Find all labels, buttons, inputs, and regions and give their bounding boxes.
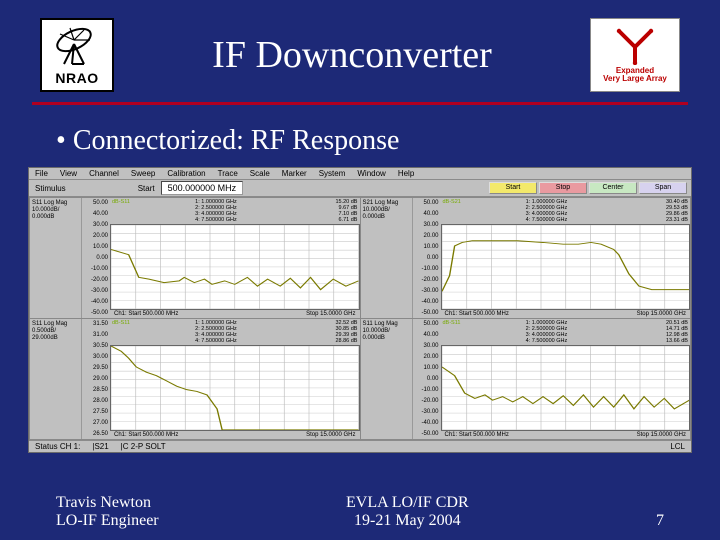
menu-marker[interactable]: Marker bbox=[282, 169, 307, 178]
plot-area bbox=[441, 224, 691, 310]
menu-view[interactable]: View bbox=[60, 169, 77, 178]
title-divider bbox=[32, 102, 688, 105]
stop-button[interactable]: Stop bbox=[539, 182, 587, 194]
footer-author: Travis Newton LO-IF Engineer bbox=[56, 494, 159, 530]
menu-window[interactable]: Window bbox=[357, 169, 385, 178]
marker-readout: dB-S211: 1.000000 GHz2: 2.500000 GHz3: 4… bbox=[441, 198, 691, 224]
center-button[interactable]: Center bbox=[589, 182, 637, 194]
status-center: |C 2-P SOLT bbox=[121, 442, 166, 451]
y-ticks: 31.5031.0030.5030.0029.5029.0028.5028.00… bbox=[82, 319, 110, 439]
evla-logo: ExpandedVery Large Array bbox=[590, 18, 680, 92]
y-ticks: 50.0040.0030.0020.0010.000.00-10.00-20.0… bbox=[82, 198, 110, 318]
start-label: Start bbox=[136, 184, 157, 193]
marker-readout: dB-S111: 1.000000 GHz2: 2.500000 GHz3: 4… bbox=[441, 319, 691, 345]
plot-footer: Ch1: Start 500.000 MHzStop 15.0000 GHz bbox=[110, 431, 360, 439]
marker-readout: dB-S111: 1.000000 GHz2: 2.500000 GHz3: 4… bbox=[110, 319, 360, 345]
menu-file[interactable]: File bbox=[35, 169, 48, 178]
trace-info: S11 Log Mag10.000dB/0.000dB bbox=[361, 319, 413, 439]
menu-help[interactable]: Help bbox=[398, 169, 414, 178]
span-button[interactable]: Span bbox=[639, 182, 687, 194]
footer-page: 7 bbox=[656, 512, 664, 530]
evla-label: ExpandedVery Large Array bbox=[603, 67, 667, 84]
menu-scale[interactable]: Scale bbox=[250, 169, 270, 178]
marker-readout: dB-S111: 1.000000 GHz2: 2.500000 GHz3: 4… bbox=[110, 198, 360, 224]
slide-header: NRAO IF Downconverter ExpandedVery Large… bbox=[0, 0, 720, 102]
plot-footer: Ch1: Start 500.000 MHzStop 15.0000 GHz bbox=[110, 310, 360, 318]
status-bar: Status CH 1: |S21 |C 2-P SOLT LCL bbox=[29, 440, 691, 452]
menu-channel[interactable]: Channel bbox=[89, 169, 119, 178]
trace-info: S21 Log Mag10.000dB/0.000dB bbox=[361, 198, 413, 318]
panel-4: S11 Log Mag10.000dB/0.000dB50.0040.0030.… bbox=[361, 319, 691, 439]
plot-area bbox=[110, 224, 360, 310]
trace-info: S11 Log Mag10.000dB/0.000dB bbox=[30, 198, 82, 318]
stimulus-label: Stimulus bbox=[33, 184, 68, 193]
footer-event: EVLA LO/IF CDR 19-21 May 2004 bbox=[346, 494, 469, 530]
chart-panels: S11 Log Mag10.000dB/0.000dB50.0040.0030.… bbox=[29, 197, 691, 440]
start-value-field[interactable]: 500.000000 MHz bbox=[161, 181, 244, 195]
slide-footer: Travis Newton LO-IF Engineer EVLA LO/IF … bbox=[0, 494, 720, 530]
status-left: Status CH 1: bbox=[35, 442, 80, 451]
plot-area bbox=[110, 345, 360, 431]
panel-3: S11 Log Mag0.500dB/29.000dB31.5031.0030.… bbox=[30, 319, 360, 439]
menubar[interactable]: File View Channel Sweep Calibration Trace Scal… bbox=[29, 168, 691, 180]
nrao-label: NRAO bbox=[55, 70, 98, 86]
menu-sweep[interactable]: Sweep bbox=[131, 169, 155, 178]
y-ticks: 50.0040.0030.0020.0010.000.00-10.00-20.0… bbox=[413, 198, 441, 318]
trace-info: S11 Log Mag0.500dB/29.000dB bbox=[30, 319, 82, 439]
panel-1: S11 Log Mag10.000dB/0.000dB50.0040.0030.… bbox=[30, 198, 360, 318]
evla-y-icon bbox=[613, 27, 657, 65]
toolbar: Stimulus Start 500.000000 MHz StartStopC… bbox=[29, 180, 691, 197]
y-ticks: 50.0040.0030.0020.0010.000.00-10.00-20.0… bbox=[413, 319, 441, 439]
plot-footer: Ch1: Start 500.000 MHzStop 15.0000 GHz bbox=[441, 431, 691, 439]
page-title: IF Downconverter bbox=[138, 33, 566, 77]
nrao-logo: NRAO bbox=[40, 18, 114, 92]
menu-trace[interactable]: Trace bbox=[218, 169, 238, 178]
plot-area bbox=[441, 345, 691, 431]
bullet-text: Connectorized: RF Response bbox=[56, 125, 720, 157]
plot-footer: Ch1: Start 500.000 MHzStop 15.0000 GHz bbox=[441, 310, 691, 318]
panel-2: S21 Log Mag10.000dB/0.000dB50.0040.0030.… bbox=[361, 198, 691, 318]
start-button[interactable]: Start bbox=[489, 182, 537, 194]
status-right: LCL bbox=[670, 442, 685, 451]
menu-calibration[interactable]: Calibration bbox=[167, 169, 205, 178]
radio-telescope-icon bbox=[50, 24, 104, 68]
menu-system[interactable]: System bbox=[319, 169, 346, 178]
status-mid: |S21 bbox=[92, 442, 108, 451]
network-analyzer-window: File View Channel Sweep Calibration Trace Scal… bbox=[28, 167, 692, 453]
